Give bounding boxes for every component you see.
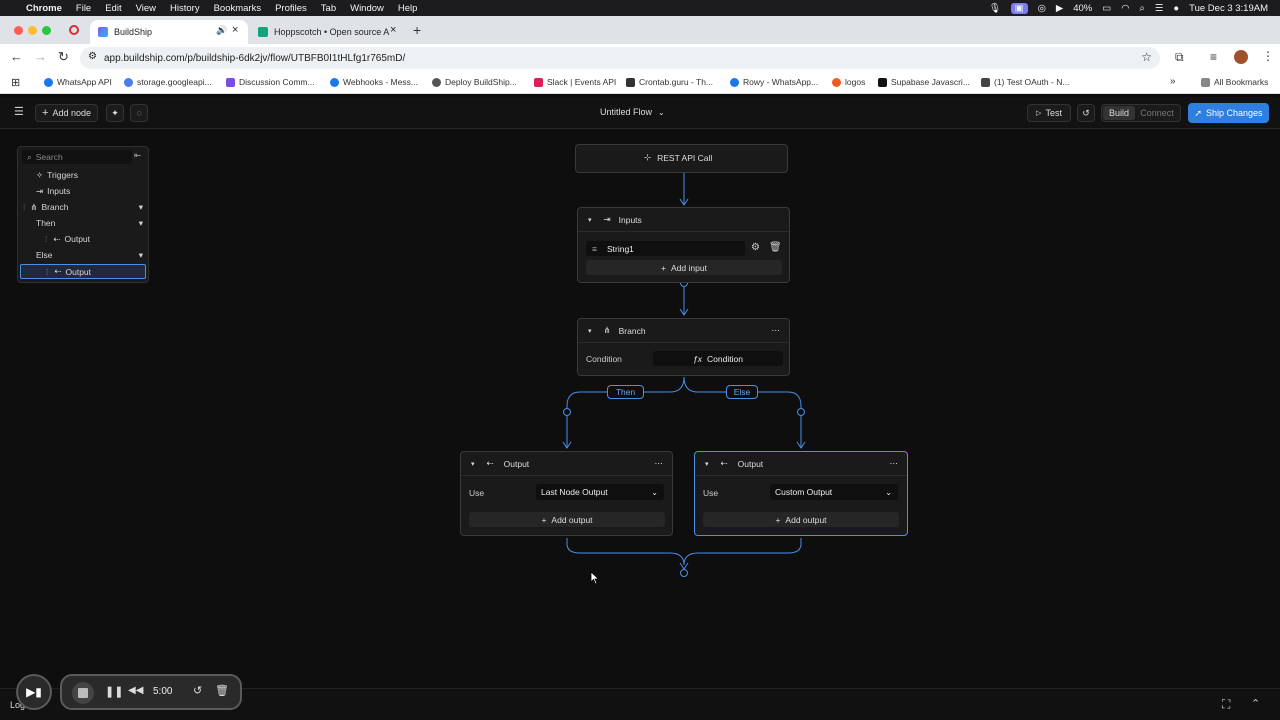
drag-handle-icon[interactable]: ⁞ xyxy=(46,267,48,277)
trash-icon[interactable]: 🗑 xyxy=(215,684,229,697)
output-icon: ⇠ xyxy=(486,458,494,468)
tree-search-input[interactable]: ⌕ Search xyxy=(22,150,132,164)
output-node-else[interactable]: ▾ ⇠ Output ⋯ Use Custom Output ⌄ + Add o… xyxy=(694,451,908,536)
condition-label: Condition xyxy=(586,354,622,364)
flow-tree-panel: ⌕ Search ⇤ ✧ Triggers ⇥ Inputs ⁞ ⋔ Branch ▾ T… xyxy=(17,146,149,283)
chevron-down-icon: ⌄ xyxy=(885,487,892,497)
recording-controls: ❚❚ ◀◀ 5:00 ↺ 🗑 xyxy=(60,674,242,710)
output-icon: ⇠ xyxy=(53,233,61,244)
search-icon: ⌕ xyxy=(27,151,32,162)
use-select[interactable]: Custom Output ⌄ xyxy=(770,484,898,500)
plus-icon: + xyxy=(775,514,781,525)
more-options-icon[interactable]: ⋯ xyxy=(655,458,664,469)
api-icon: ⊹ xyxy=(644,152,652,162)
input-settings-icon[interactable]: ⚙ xyxy=(751,242,760,253)
edge-right-merge xyxy=(683,538,802,566)
branch-icon: ⋔ xyxy=(30,201,38,212)
chevron-down-icon: ⌄ xyxy=(651,487,658,497)
tree-item-inputs[interactable]: ⇥ Inputs xyxy=(36,184,70,198)
video-camera-icon: ▶▮ xyxy=(26,685,42,699)
restart-icon[interactable]: ↺ xyxy=(193,684,202,697)
tree-item-triggers[interactable]: ✧ Triggers xyxy=(36,168,78,182)
trigger-icon: ✧ xyxy=(36,169,44,180)
port-else xyxy=(797,408,805,416)
tree-item-then-output[interactable]: ⁞ ⇠ Output xyxy=(45,232,90,246)
rewind-icon[interactable]: ◀◀ xyxy=(128,685,143,696)
plus-icon: + xyxy=(541,514,547,525)
port-merge xyxy=(680,569,688,577)
collapse-icon[interactable]: ▾ xyxy=(588,216,592,224)
pause-icon[interactable]: ❚❚ xyxy=(105,685,123,698)
edge-left-merge xyxy=(566,538,685,566)
trigger-node[interactable]: ⊹ REST API Call xyxy=(575,144,788,173)
more-options-icon[interactable]: ⋯ xyxy=(772,325,781,336)
output-icon: ⇠ xyxy=(720,458,728,468)
use-select[interactable]: Last Node Output ⌄ xyxy=(536,484,664,500)
drag-handle-icon[interactable]: ⁞ xyxy=(45,234,47,244)
caret-down-icon[interactable]: ▾ xyxy=(139,250,143,261)
recording-timer: 5:00 xyxy=(153,686,173,697)
inputs-icon: ⇥ xyxy=(36,185,44,196)
branch-node[interactable]: ▾ ⋔ Branch ⋯ Condition ƒx Condition xyxy=(577,318,790,376)
input-row-string1[interactable]: ≡ String1 xyxy=(586,241,745,256)
caret-down-icon[interactable]: ▾ xyxy=(139,202,143,213)
plus-icon: + xyxy=(661,262,667,273)
branch-icon: ⋔ xyxy=(603,325,611,335)
fullscreen-icon[interactable]: ⛶ xyxy=(1222,697,1230,712)
add-output-button[interactable]: + Add output xyxy=(469,512,665,527)
collapse-icon[interactable]: ▾ xyxy=(588,327,592,335)
camera-button[interactable]: ▶▮ xyxy=(16,674,52,710)
tree-item-else[interactable]: Else ▾ xyxy=(36,248,143,262)
condition-input[interactable]: ƒx Condition xyxy=(653,351,783,366)
function-icon: ƒx xyxy=(693,353,703,364)
add-input-button[interactable]: + Add input xyxy=(586,260,782,275)
output-icon: ⇠ xyxy=(54,266,62,276)
collapse-icon[interactable]: ▾ xyxy=(471,460,475,468)
chevron-up-icon[interactable]: ⌃ xyxy=(1251,697,1260,710)
inputs-node[interactable]: ▾ ⇥ Inputs ≡ String1 ⚙ 🗑 + Add input xyxy=(577,207,790,283)
port-then xyxy=(563,408,571,416)
text-type-icon: ≡ xyxy=(592,243,597,254)
else-label[interactable]: Else xyxy=(726,385,758,399)
drag-handle-icon[interactable]: ⁞ xyxy=(23,202,25,212)
collapse-panel-icon[interactable]: ⇤ xyxy=(134,150,141,161)
stop-icon xyxy=(78,688,88,698)
inputs-icon: ⇥ xyxy=(603,214,611,224)
stop-recording-button[interactable] xyxy=(72,682,94,704)
tree-item-branch[interactable]: ⁞ ⋔ Branch ▾ xyxy=(23,200,143,214)
trigger-title: REST API Call xyxy=(657,152,713,163)
use-label: Use xyxy=(703,488,719,498)
node-title: Inputs xyxy=(618,214,642,225)
add-output-button[interactable]: + Add output xyxy=(703,512,899,527)
tree-item-else-output[interactable]: ⁞ ⇠ Output xyxy=(20,264,146,279)
then-label[interactable]: Then xyxy=(607,385,644,399)
use-label: Use xyxy=(469,488,485,498)
mouse-cursor-icon xyxy=(590,571,600,585)
more-options-icon[interactable]: ⋯ xyxy=(890,458,899,469)
node-title: Output xyxy=(503,458,530,469)
node-title: Output xyxy=(737,458,764,469)
delete-icon[interactable]: 🗑 xyxy=(769,242,782,253)
output-node-then[interactable]: ▾ ⇠ Output ⋯ Use Last Node Output ⌄ + Ad… xyxy=(460,451,673,536)
node-title: Branch xyxy=(618,325,646,336)
tree-item-then[interactable]: Then ▾ xyxy=(36,216,143,230)
caret-down-icon[interactable]: ▾ xyxy=(139,218,143,229)
collapse-icon[interactable]: ▾ xyxy=(705,460,709,468)
